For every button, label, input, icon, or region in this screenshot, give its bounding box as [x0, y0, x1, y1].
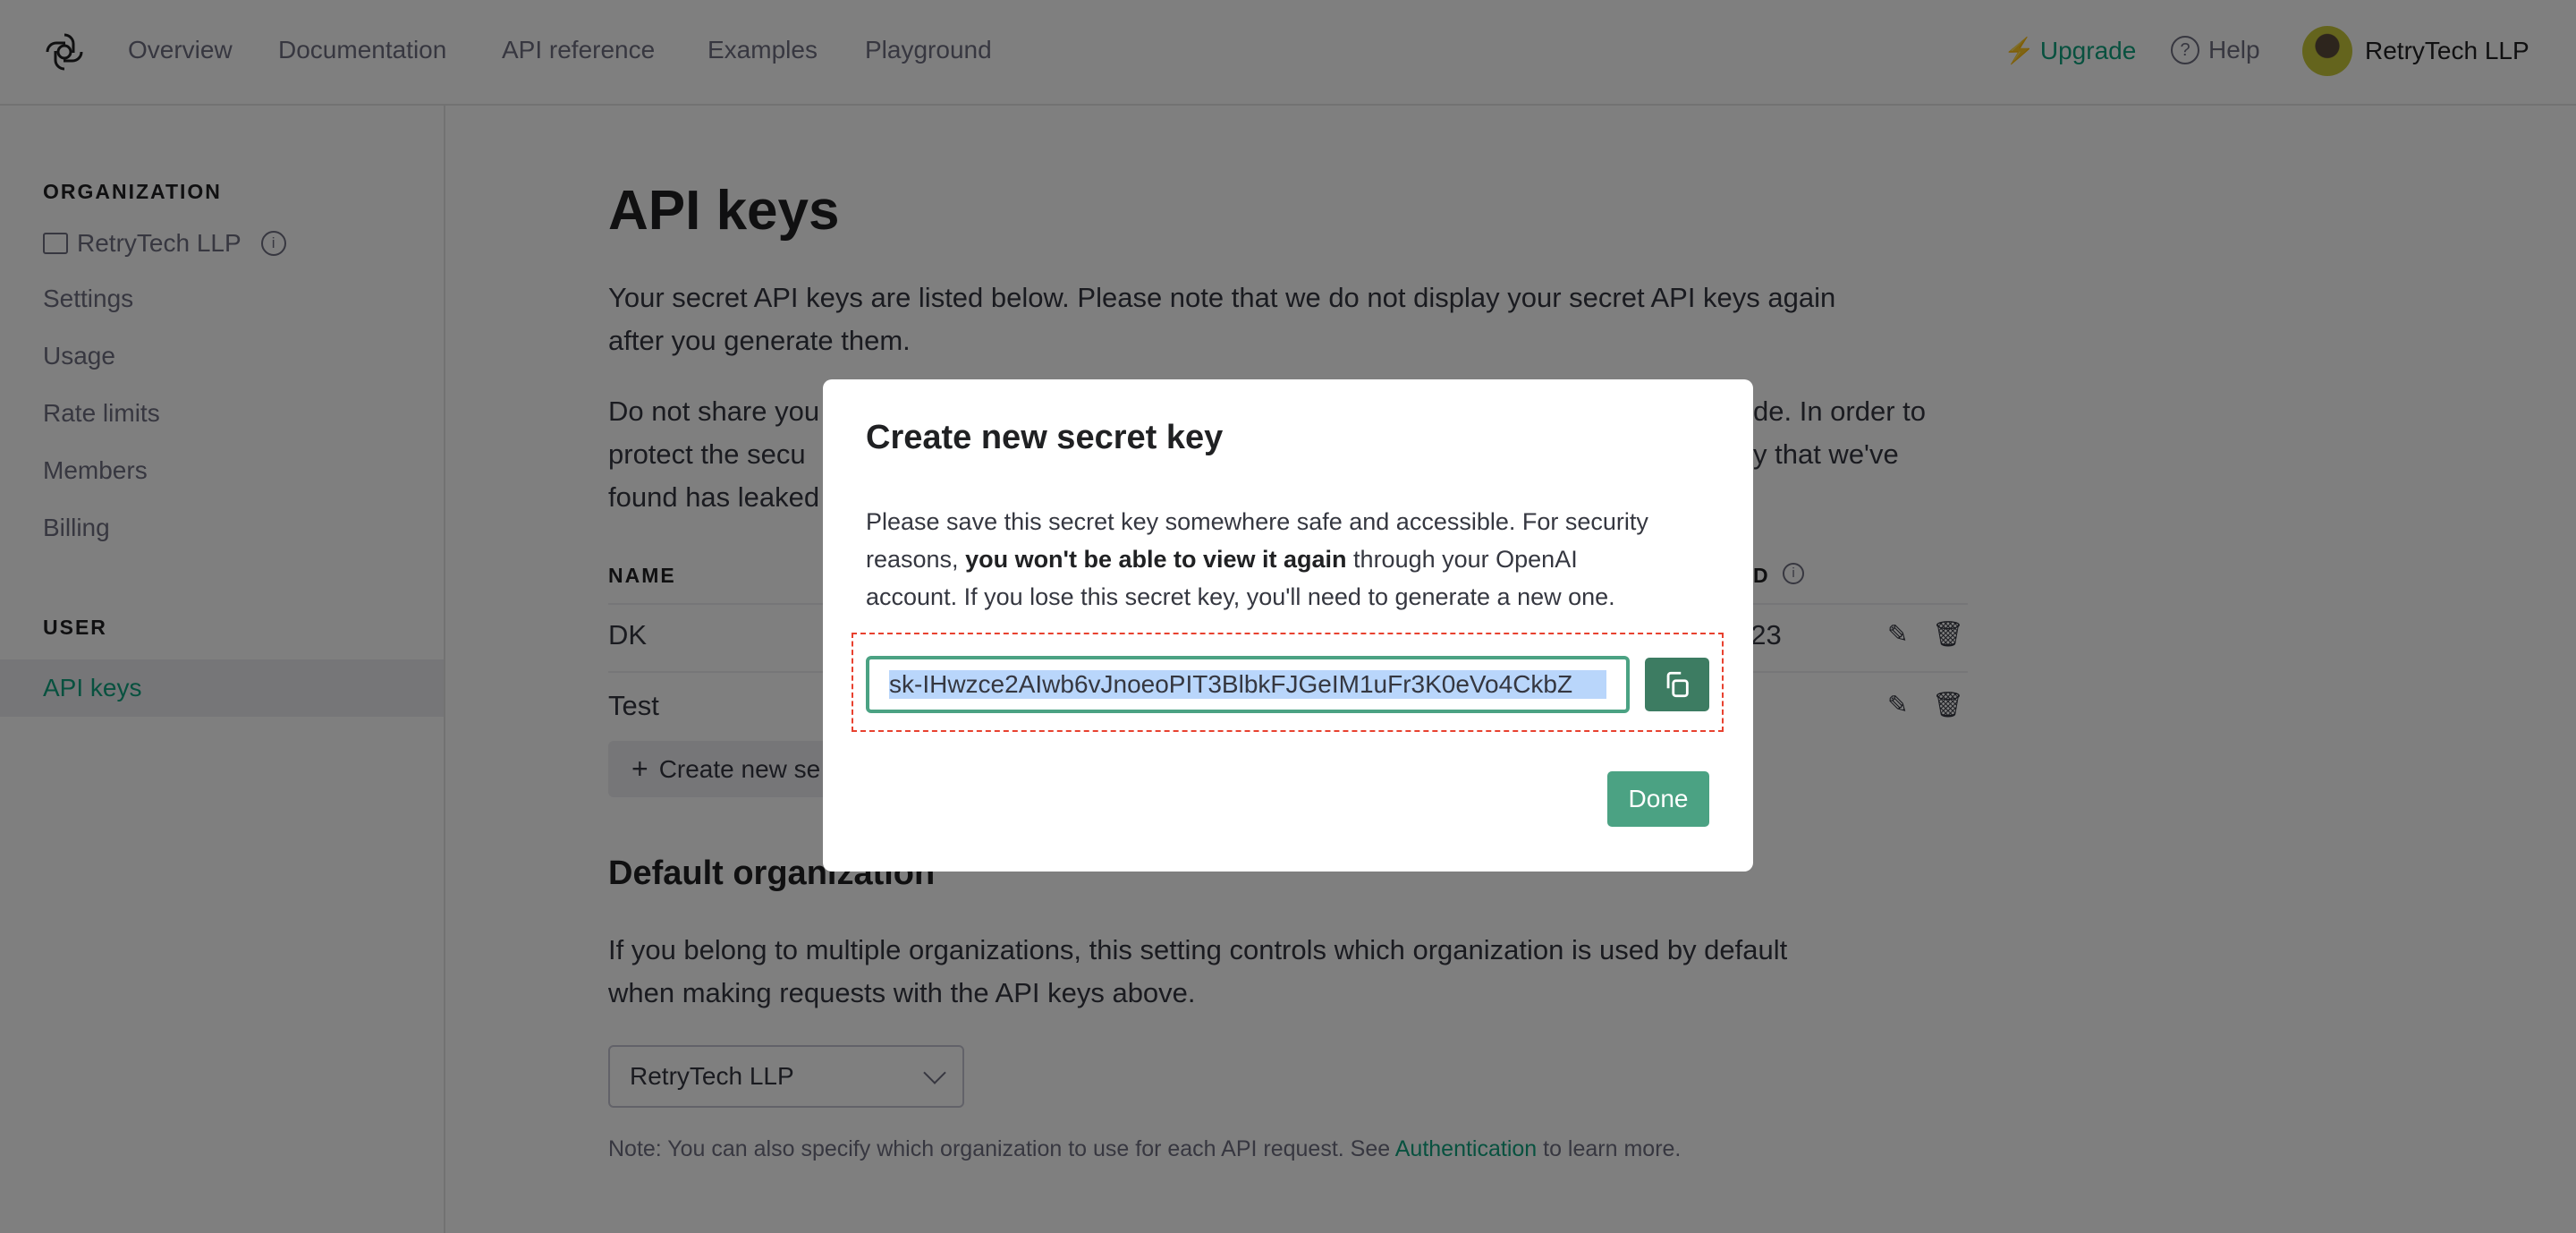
- modal-text: reasons,: [866, 546, 966, 573]
- secret-key-input[interactable]: sk-IHwzce2AIwb6vJnoeoPIT3BlbkFJGeIM1uFr3…: [866, 656, 1630, 713]
- modal-text-line: Please save this secret key somewhere sa…: [866, 508, 1648, 535]
- secret-key-value: sk-IHwzce2AIwb6vJnoeoPIT3BlbkFJGeIM1uFr3…: [889, 670, 1606, 699]
- copy-icon: [1666, 671, 1689, 698]
- modal-text-line: account. If you lose this secret key, yo…: [866, 583, 1615, 610]
- modal-text-bold: you won't be able to view it again: [965, 546, 1347, 573]
- done-button[interactable]: Done: [1607, 771, 1709, 827]
- modal-description: Please save this secret key somewhere sa…: [866, 503, 1648, 616]
- create-secret-key-modal: Create new secret key Please save this s…: [823, 379, 1753, 872]
- copy-button[interactable]: [1645, 658, 1709, 711]
- modal-text: through your OpenAI: [1346, 546, 1578, 573]
- modal-title: Create new secret key: [866, 419, 1224, 456]
